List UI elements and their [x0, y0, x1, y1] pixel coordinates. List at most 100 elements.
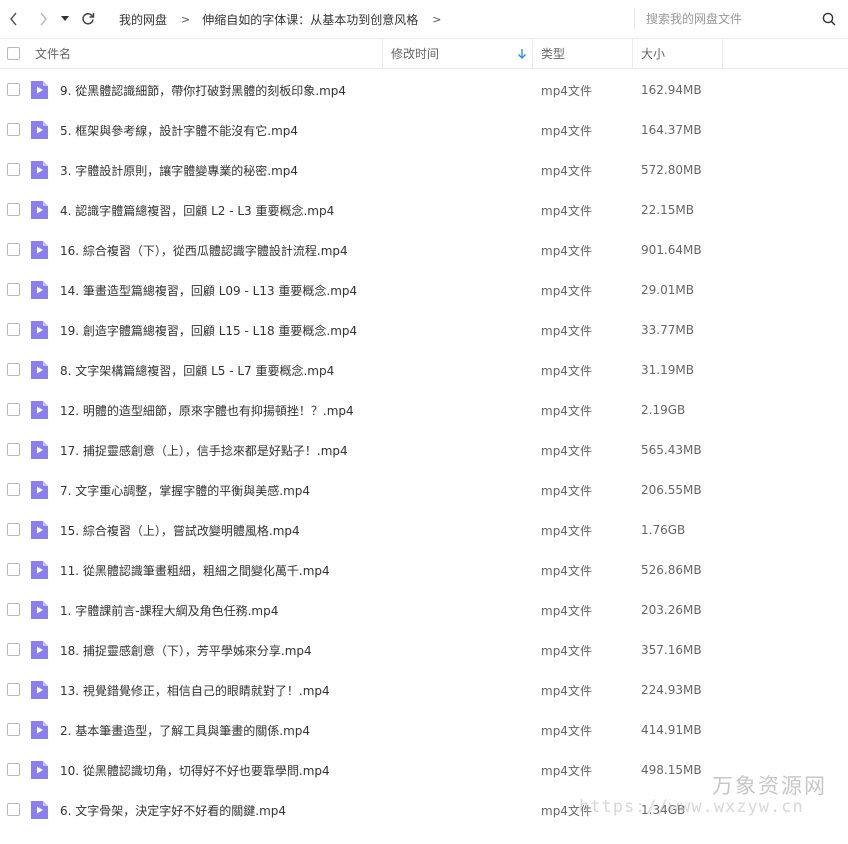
file-name[interactable]: 16. 綜合複習（下），從西瓜體認識字體設計流程.mp4: [60, 230, 348, 270]
row-checkbox[interactable]: [7, 403, 20, 416]
select-all-checkbox[interactable]: [7, 47, 20, 60]
row-checkbox[interactable]: [7, 323, 20, 336]
breadcrumb-current-folder[interactable]: 伸缩自如的字体课：从基本功到创意风格: [202, 11, 418, 28]
file-type: mp4文件: [541, 563, 592, 578]
file-row[interactable]: 1. 字體課前言-課程大綱及角色任務.mp4 mp4文件 203.26MB: [0, 590, 848, 630]
row-checkbox[interactable]: [7, 523, 20, 536]
refresh-button[interactable]: [77, 8, 99, 30]
video-file-icon: [31, 761, 48, 779]
file-row[interactable]: 19. 創造字體篇總複習，回顧 L15 - L18 重要概念.mp4 mp4文件 3…: [0, 310, 848, 350]
arrow-down-icon[interactable]: [516, 48, 528, 60]
caret-down-icon: [61, 16, 69, 21]
file-type: mp4文件: [541, 323, 592, 338]
file-name[interactable]: 18. 捕捉靈感創意（下），芳平學姊來分享.mp4: [60, 630, 312, 670]
file-name[interactable]: 5. 框架與參考線，設計字體不能沒有它.mp4: [60, 110, 298, 150]
row-checkbox[interactable]: [7, 443, 20, 456]
file-size: 572.80MB: [641, 163, 702, 177]
video-file-icon: [31, 801, 48, 819]
column-header-type[interactable]: 类型: [541, 39, 565, 68]
file-name[interactable]: 19. 創造字體篇總複習，回顧 L15 - L18 重要概念.mp4: [60, 310, 357, 350]
file-name[interactable]: 6. 文字骨架，決定字好不好看的關鍵.mp4: [60, 790, 286, 830]
file-row[interactable]: 9. 從黑體認識細節，帶你打破對黑體的刻板印象.mp4 mp4文件 162.94MB: [0, 70, 848, 110]
video-file-icon: [31, 641, 48, 659]
history-dropdown-button[interactable]: [57, 8, 73, 30]
file-name[interactable]: 10. 從黑體認識切角，切得好不好也要靠學問.mp4: [60, 750, 330, 790]
file-type: mp4文件: [541, 123, 592, 138]
file-row[interactable]: 15. 綜合複習（上），嘗試改變明體風格.mp4 mp4文件 1.76GB: [0, 510, 848, 550]
file-name[interactable]: 14. 筆畫造型篇總複習，回顧 L09 - L13 重要概念.mp4: [60, 270, 357, 310]
column-header-modified[interactable]: 修改时间: [391, 39, 439, 68]
file-row[interactable]: 4. 認識字體篇總複習，回顧 L2 - L3 重要概念.mp4 mp4文件 22.1…: [0, 190, 848, 230]
back-button[interactable]: [3, 8, 25, 30]
row-checkbox[interactable]: [7, 563, 20, 576]
row-checkbox[interactable]: [7, 643, 20, 656]
breadcrumb-root[interactable]: 我的网盘: [119, 11, 167, 28]
video-file-icon: [31, 521, 48, 539]
file-size: 29.01MB: [641, 283, 694, 297]
file-row[interactable]: 11. 從黑體認識筆畫粗細，粗細之間變化萬千.mp4 mp4文件 526.86MB: [0, 550, 848, 590]
file-row[interactable]: 5. 框架與參考線，設計字體不能沒有它.mp4 mp4文件 164.37MB: [0, 110, 848, 150]
file-name[interactable]: 13. 視覺錯覺修正，相信自己的眼睛就對了！.mp4: [60, 670, 330, 710]
file-size: 565.43MB: [641, 443, 702, 457]
column-divider[interactable]: [382, 39, 383, 68]
row-checkbox[interactable]: [7, 363, 20, 376]
column-divider[interactable]: [532, 39, 533, 68]
file-name[interactable]: 7. 文字重心調整，掌握字體的平衡與美感.mp4: [60, 470, 310, 510]
refresh-icon: [82, 13, 95, 25]
file-row[interactable]: 12. 明體的造型細節，原來字體也有抑揚頓挫！？.mp4 mp4文件 2.19GB: [0, 390, 848, 430]
file-size: 33.77MB: [641, 323, 694, 337]
file-row[interactable]: 3. 字體設計原則，讓字體變專業的秘密.mp4 mp4文件 572.80MB: [0, 150, 848, 190]
file-size: 162.94MB: [641, 83, 702, 97]
video-file-icon: [31, 281, 48, 299]
column-header-name[interactable]: 文件名: [35, 39, 71, 68]
file-size: 164.37MB: [641, 123, 702, 137]
file-name[interactable]: 11. 從黑體認識筆畫粗細，粗細之間變化萬千.mp4: [60, 550, 330, 590]
file-name[interactable]: 2. 基本筆畫造型，了解工具與筆畫的關係.mp4: [60, 710, 310, 750]
forward-button[interactable]: [32, 8, 54, 30]
file-row[interactable]: 18. 捕捉靈感創意（下），芳平學姊來分享.mp4 mp4文件 357.16MB: [0, 630, 848, 670]
row-checkbox[interactable]: [7, 203, 20, 216]
column-header-size[interactable]: 大小: [641, 39, 665, 68]
row-checkbox[interactable]: [7, 803, 20, 816]
file-row[interactable]: 17. 捕捉靈感創意（上），信手捻來都是好點子！.mp4 mp4文件 565.43M…: [0, 430, 848, 470]
video-file-icon: [31, 561, 48, 579]
row-checkbox[interactable]: [7, 283, 20, 296]
file-name[interactable]: 17. 捕捉靈感創意（上），信手捻來都是好點子！.mp4: [60, 430, 348, 470]
file-row[interactable]: 2. 基本筆畫造型，了解工具與筆畫的關係.mp4 mp4文件 414.91MB: [0, 710, 848, 750]
video-file-icon: [31, 241, 48, 259]
file-name[interactable]: 15. 綜合複習（上），嘗試改變明體風格.mp4: [60, 510, 300, 550]
row-checkbox[interactable]: [7, 243, 20, 256]
file-name[interactable]: 8. 文字架構篇總複習，回顧 L5 - L7 重要概念.mp4: [60, 350, 334, 390]
column-divider[interactable]: [632, 39, 633, 68]
file-name[interactable]: 4. 認識字體篇總複習，回顧 L2 - L3 重要概念.mp4: [60, 190, 334, 230]
file-row[interactable]: 8. 文字架構篇總複習，回顧 L5 - L7 重要概念.mp4 mp4文件 31.1…: [0, 350, 848, 390]
file-size: 901.64MB: [641, 243, 702, 257]
row-checkbox[interactable]: [7, 603, 20, 616]
file-row[interactable]: 16. 綜合複習（下），從西瓜體認識字體設計流程.mp4 mp4文件 901.64M…: [0, 230, 848, 270]
row-checkbox[interactable]: [7, 483, 20, 496]
file-list-header: 文件名 修改时间 类型 大小: [0, 38, 848, 69]
file-row[interactable]: 14. 筆畫造型篇總複習，回顧 L09 - L13 重要概念.mp4 mp4文件 2…: [0, 270, 848, 310]
file-row[interactable]: 10. 從黑體認識切角，切得好不好也要靠學問.mp4 mp4文件 498.15MB: [0, 750, 848, 790]
file-name[interactable]: 1. 字體課前言-課程大綱及角色任務.mp4: [60, 590, 278, 630]
file-row[interactable]: 6. 文字骨架，決定字好不好看的關鍵.mp4 mp4文件 1.34GB: [0, 790, 848, 830]
file-name[interactable]: 3. 字體設計原則，讓字體變專業的秘密.mp4: [60, 150, 298, 190]
file-type: mp4文件: [541, 203, 592, 218]
file-type: mp4文件: [541, 163, 592, 178]
row-checkbox[interactable]: [7, 163, 20, 176]
search-input[interactable]: [646, 9, 806, 29]
file-name[interactable]: 12. 明體的造型細節，原來字體也有抑揚頓挫！？.mp4: [60, 390, 354, 430]
file-size: 22.15MB: [641, 203, 694, 217]
search-button[interactable]: [820, 10, 838, 28]
row-checkbox[interactable]: [7, 683, 20, 696]
row-checkbox[interactable]: [7, 83, 20, 96]
file-name[interactable]: 9. 從黑體認識細節，帶你打破對黑體的刻板印象.mp4: [60, 70, 346, 110]
row-checkbox[interactable]: [7, 763, 20, 776]
file-row[interactable]: 7. 文字重心調整，掌握字體的平衡與美感.mp4 mp4文件 206.55MB: [0, 470, 848, 510]
column-divider[interactable]: [722, 39, 723, 68]
file-row[interactable]: 13. 視覺錯覺修正，相信自己的眼睛就對了！.mp4 mp4文件 224.93MB: [0, 670, 848, 710]
file-size: 526.86MB: [641, 563, 702, 577]
row-checkbox[interactable]: [7, 123, 20, 136]
video-file-icon: [31, 681, 48, 699]
row-checkbox[interactable]: [7, 723, 20, 736]
